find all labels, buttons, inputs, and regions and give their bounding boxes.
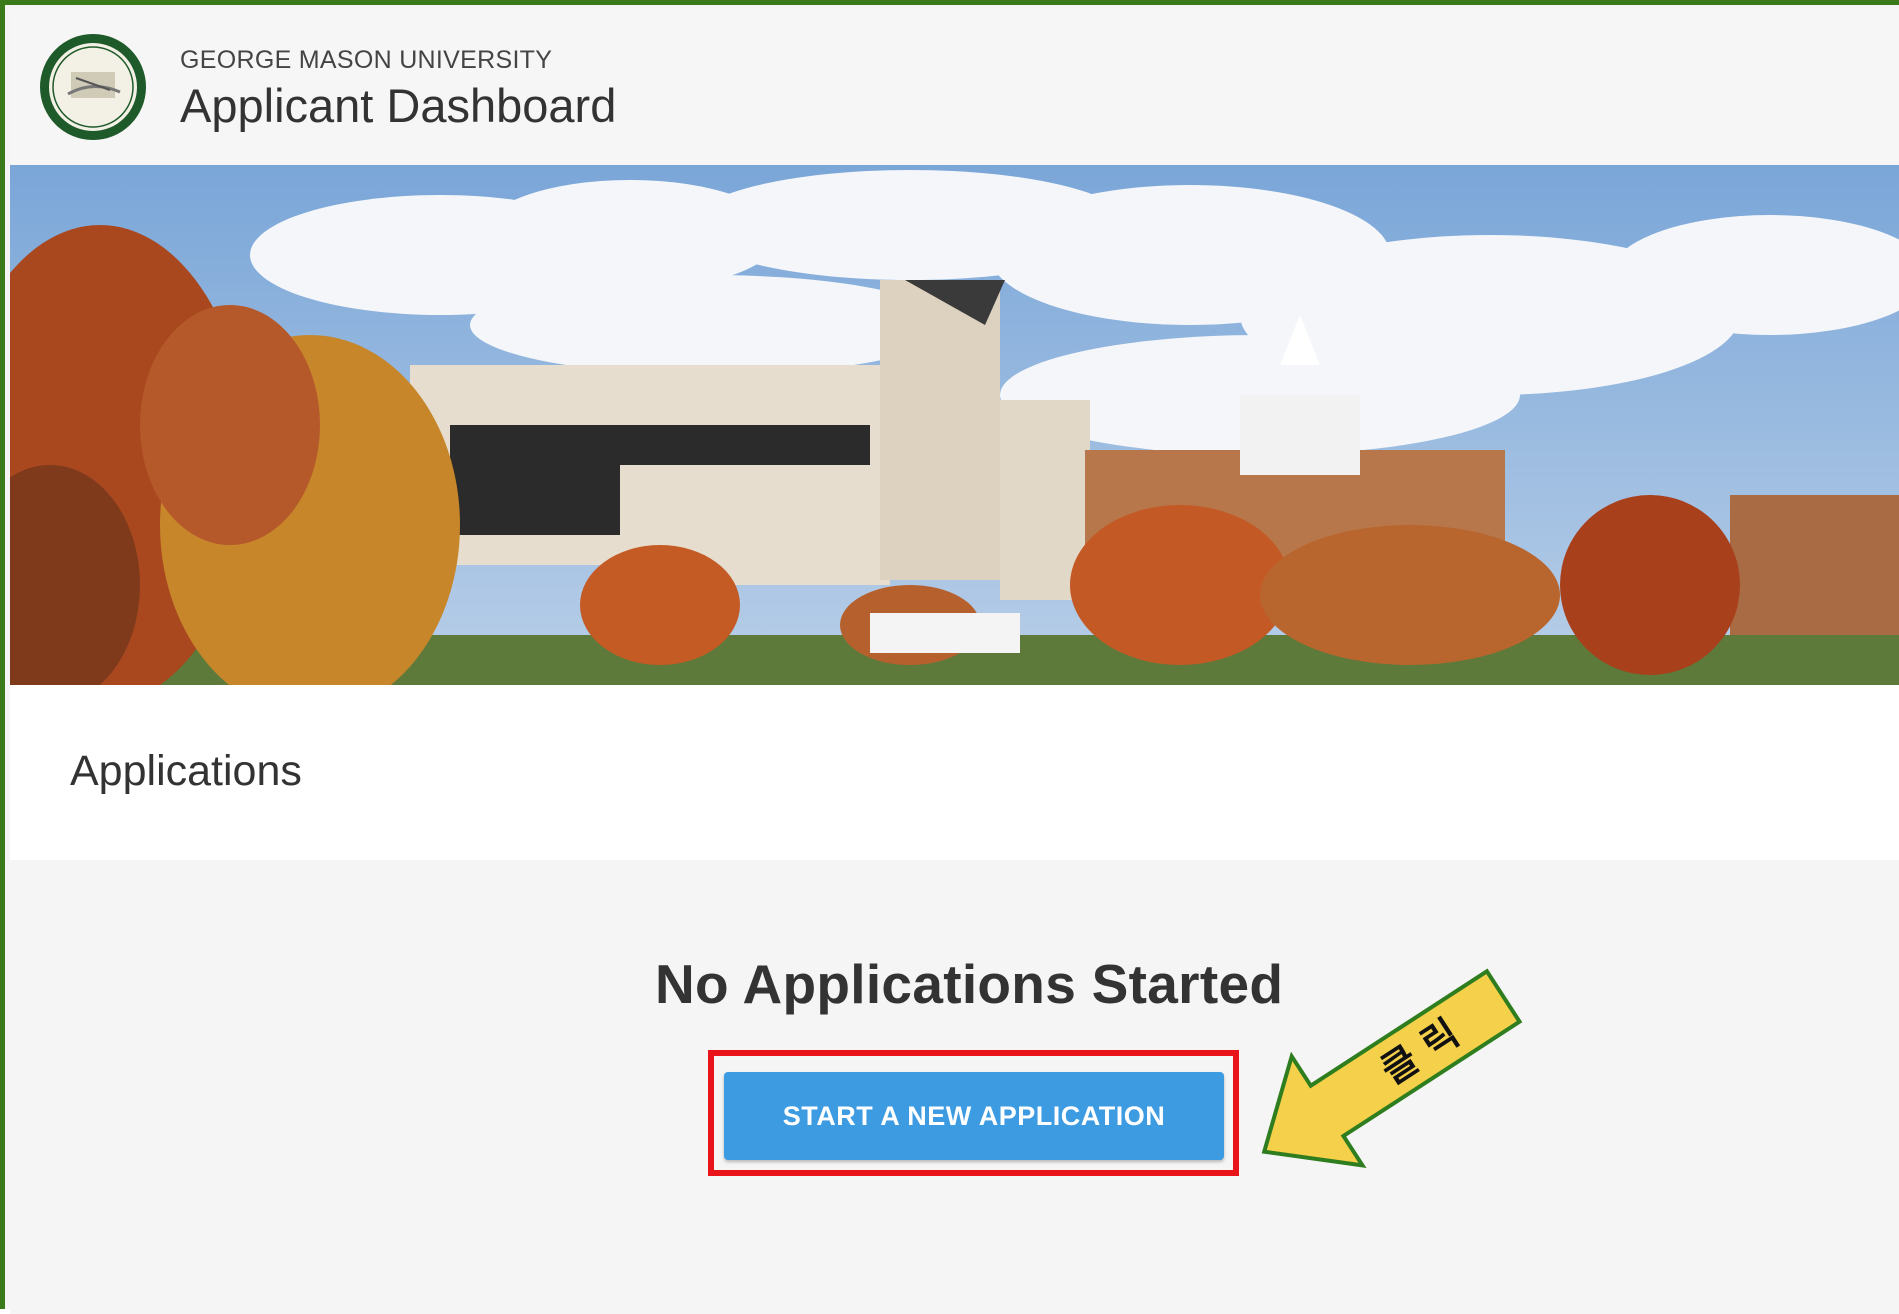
screenshot-frame: GEORGE MASON UNIVERSITY Applicant Dashbo… [0,0,1899,1314]
no-applications-message: No Applications Started [655,953,1284,1015]
click-arrow-annotation: 클 릭 [1261,968,1523,1168]
university-seal-logo [40,34,146,140]
campus-hero-image [10,165,1899,685]
start-new-application-button[interactable]: START A NEW APPLICATION [724,1072,1224,1160]
university-name: GEORGE MASON UNIVERSITY [180,46,553,74]
empty-state: No Applications Started START A NEW APPL… [10,860,1899,1314]
page-header: GEORGE MASON UNIVERSITY Applicant Dashbo… [10,10,1899,166]
applications-section-header: Applications [10,685,1899,860]
applications-title: Applications [70,747,302,795]
page-title: Applicant Dashboard [180,79,617,132]
